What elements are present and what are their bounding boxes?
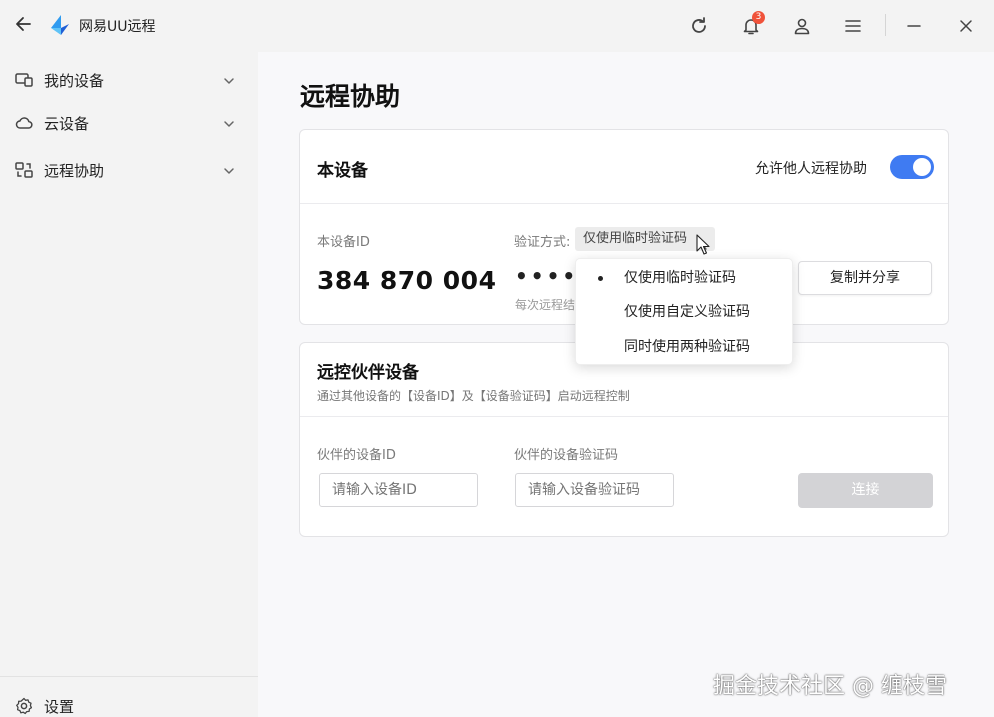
app-title: 网易UU远程 bbox=[79, 19, 156, 35]
notification-badge: 3 bbox=[752, 11, 765, 24]
verify-method-select[interactable]: 仅使用临时验证码 bbox=[575, 227, 716, 251]
chevron-down-icon[interactable] bbox=[222, 163, 236, 177]
card-divider bbox=[300, 203, 948, 204]
user-icon[interactable] bbox=[788, 12, 816, 40]
minimize-icon[interactable] bbox=[900, 12, 928, 40]
page-title: 远程协助 bbox=[300, 82, 401, 111]
verify-method-value: 仅使用临时验证码 bbox=[583, 231, 688, 246]
toggle-knob bbox=[913, 158, 931, 176]
notification-bell-icon[interactable]: 3 bbox=[737, 11, 765, 40]
sidebar-item-label: 云设备 bbox=[44, 114, 90, 133]
allow-remote-toggle[interactable] bbox=[890, 155, 934, 179]
sidebar-item-settings[interactable]: 设置 bbox=[0, 688, 258, 717]
chevron-down-icon[interactable] bbox=[222, 73, 236, 87]
partner-code-label: 伙伴的设备验证码 bbox=[514, 448, 619, 463]
partner-code-input[interactable] bbox=[515, 473, 674, 507]
sidebar-item-label: 远程协助 bbox=[44, 161, 105, 180]
back-arrow-icon[interactable] bbox=[12, 14, 36, 38]
partner-id-input[interactable] bbox=[319, 473, 478, 507]
app-logo-icon bbox=[48, 14, 70, 36]
mouse-cursor-icon bbox=[696, 234, 712, 256]
partner-device-title: 远控伙伴设备 bbox=[317, 363, 419, 383]
refresh-icon[interactable] bbox=[685, 12, 713, 40]
menu-icon[interactable] bbox=[839, 12, 867, 40]
watermark-text: 掘金技术社区 @ 缠枝雪 bbox=[713, 674, 947, 699]
sidebar-item-my-devices[interactable]: 我的设备 bbox=[0, 62, 258, 98]
device-id-label: 本设备ID bbox=[317, 235, 370, 250]
sidebar: 我的设备 云设备 远程协助 设置 bbox=[0, 52, 258, 717]
dropdown-option-label: 同时使用两种验证码 bbox=[624, 339, 750, 355]
chevron-down-icon[interactable] bbox=[222, 116, 236, 130]
partner-id-label: 伙伴的设备ID bbox=[317, 448, 396, 463]
sidebar-divider bbox=[0, 676, 258, 677]
dropdown-option[interactable]: 同时使用两种验证码 bbox=[576, 330, 794, 364]
verify-code-masked: •••• bbox=[515, 264, 579, 288]
dropdown-option-label: 仅使用临时验证码 bbox=[624, 270, 736, 286]
allow-remote-label: 允许他人远程协助 bbox=[755, 161, 867, 177]
close-icon[interactable] bbox=[952, 12, 980, 40]
verify-method-dropdown: 仅使用临时验证码 仅使用自定义验证码 同时使用两种验证码 bbox=[575, 258, 793, 365]
gear-icon bbox=[14, 696, 34, 716]
devices-icon bbox=[14, 70, 34, 90]
settings-label: 设置 bbox=[44, 697, 75, 716]
main-content: 远程协助 本设备 允许他人远程协助 本设备ID 384 870 004 验证方式… bbox=[258, 52, 994, 717]
card-divider bbox=[300, 416, 948, 417]
this-device-title: 本设备 bbox=[317, 161, 368, 181]
copy-share-button[interactable]: 复制并分享 bbox=[798, 261, 932, 295]
selected-dot-icon bbox=[598, 276, 603, 281]
verify-method-label: 验证方式: bbox=[514, 235, 571, 250]
dropdown-option[interactable]: 仅使用自定义验证码 bbox=[576, 295, 794, 329]
partner-device-card: 远控伙伴设备 通过其他设备的【设备ID】及【设备验证码】启动远程控制 伙伴的设备… bbox=[299, 342, 949, 537]
title-bar: 网易UU远程 3 bbox=[0, 0, 994, 52]
sidebar-item-remote-assist[interactable]: 远程协助 bbox=[0, 152, 258, 188]
cloud-icon bbox=[14, 113, 34, 133]
partner-device-subtitle: 通过其他设备的【设备ID】及【设备验证码】启动远程控制 bbox=[317, 389, 630, 403]
sidebar-item-cloud-devices[interactable]: 云设备 bbox=[0, 105, 258, 141]
dropdown-option[interactable]: 仅使用临时验证码 bbox=[576, 261, 794, 295]
remote-assist-icon bbox=[14, 160, 34, 180]
connect-button[interactable]: 连接 bbox=[798, 473, 933, 508]
titlebar-separator bbox=[885, 14, 886, 36]
dropdown-option-label: 仅使用自定义验证码 bbox=[624, 304, 750, 320]
sidebar-item-label: 我的设备 bbox=[44, 71, 105, 90]
device-id-value: 384 870 004 bbox=[317, 266, 497, 295]
verify-code-hint: 每次远程结 bbox=[515, 298, 576, 312]
